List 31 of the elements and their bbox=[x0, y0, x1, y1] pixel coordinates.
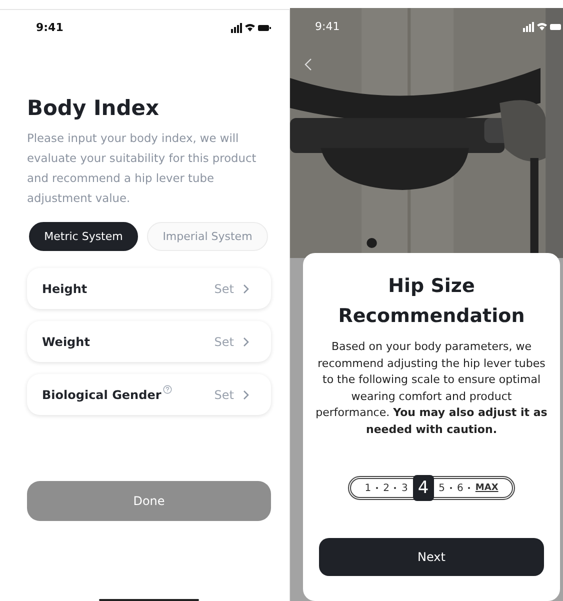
status-icons bbox=[523, 22, 563, 32]
unit-tab[interactable]: Metric System bbox=[29, 222, 138, 251]
status-time: 9:41 bbox=[36, 21, 64, 34]
status-time: 9:41 bbox=[315, 20, 340, 33]
dialog-message: Based on your body parameters, we recommend adjusting the hip lever tubes to the following scale to ensure optimal wearing comfort and product performance. You may also adjust it as needed with caution. bbox=[315, 339, 548, 438]
chevron-right-icon bbox=[243, 284, 249, 294]
field-label: Weight bbox=[42, 334, 90, 348]
page-title: Body Index bbox=[27, 96, 160, 120]
scale-mark: 3 bbox=[401, 482, 408, 494]
field-row[interactable]: Biological Gender Set bbox=[27, 374, 271, 415]
back-icon[interactable] bbox=[304, 58, 312, 71]
field-value: Set bbox=[214, 282, 234, 296]
field-row[interactable]: Height Set bbox=[27, 268, 271, 309]
field-value: Set bbox=[214, 388, 234, 402]
description: Please input your body index, we will evaluate your suitability for this product and recommend a hip lever tube adjustment value. bbox=[27, 130, 258, 207]
field-label: Height bbox=[42, 282, 88, 296]
field-label: Biological Gender bbox=[42, 388, 162, 402]
next-button[interactable]: Next bbox=[319, 538, 544, 576]
scale-mark: MAX bbox=[475, 483, 498, 493]
scale-mark: 4 bbox=[412, 475, 434, 501]
scale-mark: 2 bbox=[383, 482, 390, 494]
scale-mark: 5 bbox=[438, 482, 446, 494]
help-icon[interactable] bbox=[163, 385, 172, 394]
chevron-right-icon bbox=[243, 390, 249, 400]
field-row[interactable]: Weight Set bbox=[27, 321, 271, 362]
status-icons bbox=[231, 22, 271, 32]
dialog-title: Hip Size Recommendation bbox=[337, 274, 526, 329]
chevron-right-icon bbox=[243, 336, 249, 346]
field-value: Set bbox=[214, 334, 234, 348]
scale-mark: 6 bbox=[457, 482, 464, 494]
scale-mark: 1 bbox=[364, 482, 372, 494]
